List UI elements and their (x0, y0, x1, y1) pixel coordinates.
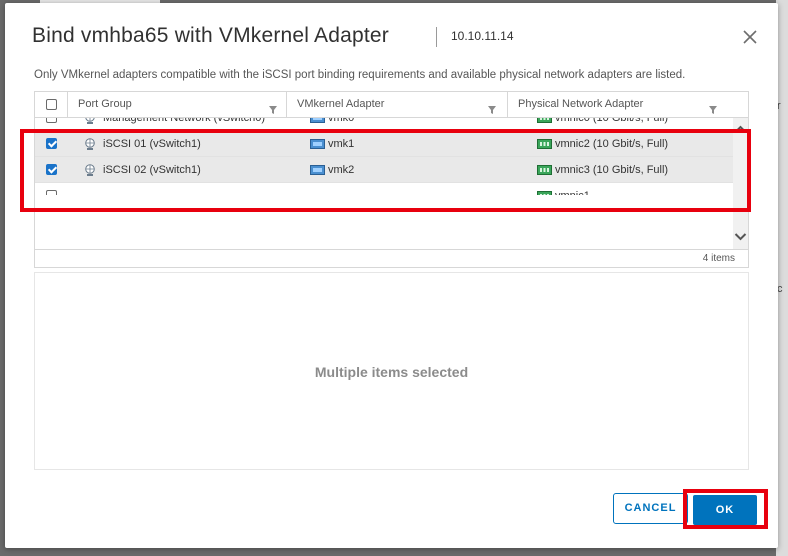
row-checkbox[interactable] (46, 138, 57, 149)
port-group-cell: Management Network (vSwitch0) (103, 118, 266, 124)
port-group-cell: iSCSI 01 (vSwitch1) (103, 138, 201, 150)
close-icon[interactable] (741, 28, 759, 46)
host-name: 10.10.11.14 (451, 29, 514, 43)
filter-icon[interactable] (268, 100, 278, 114)
item-count: 4 items (702, 253, 735, 264)
port-group-icon (83, 164, 98, 176)
port-group-icon (83, 118, 98, 124)
table-empty-area (35, 195, 733, 249)
port-group-cell: iSCSI 02 (vSwitch1) (103, 164, 201, 176)
vmkernel-adapter-icon (310, 138, 325, 150)
bind-vmkernel-dialog: Bind vmhba65 with VMkernel Adapter 10.10… (5, 3, 778, 548)
vmkernel-cell: vmk0 (328, 118, 355, 124)
physical-nic-icon (537, 118, 552, 124)
physical-adapter-cell: vmnic0 (10 Gbit/s, Full) (555, 118, 669, 124)
table-row[interactable]: iSCSI 02 (vSwitch1) vmk2 vmnic3 (10 Gbit… (35, 157, 733, 183)
table-scrollbar[interactable] (733, 118, 748, 249)
row-checkbox[interactable] (46, 118, 57, 123)
table-row[interactable]: iSCSI 01 (vSwitch1) vmk1 vmnic2 (10 Gbit… (35, 131, 733, 157)
vmkernel-adapter-icon (310, 118, 325, 124)
column-header-label: Physical Network Adapter (518, 98, 644, 110)
select-all-checkbox[interactable] (46, 99, 57, 110)
cancel-button[interactable]: CANCEL (613, 493, 688, 524)
table-body: Management Network (vSwitch0) vmk0 vmnic… (35, 118, 733, 249)
port-group-icon (83, 138, 98, 150)
table-row[interactable]: Management Network (vSwitch0) vmk0 vmnic… (35, 118, 733, 131)
physical-adapter-cell: vmnic2 (10 Gbit/s, Full) (555, 138, 669, 150)
column-divider (507, 92, 508, 117)
physical-adapter-cell: vmnic3 (10 Gbit/s, Full) (555, 164, 669, 176)
column-header-vmkernel-adapter[interactable]: VMkernel Adapter (289, 92, 504, 117)
chevron-down-icon[interactable] (733, 230, 748, 244)
vmkernel-cell: vmk1 (328, 138, 355, 150)
detail-panel: Multiple items selected (34, 272, 749, 470)
column-header-label: VMkernel Adapter (297, 98, 385, 110)
table-header: Port Group VMkernel Adapter Physical Net… (35, 92, 748, 118)
vmkernel-adapter-icon (310, 164, 325, 176)
column-header-label: Port Group (78, 98, 132, 110)
column-header-port-group[interactable]: Port Group (70, 92, 285, 117)
dialog-title: Bind vmhba65 with VMkernel Adapter (32, 24, 389, 47)
row-checkbox[interactable] (46, 164, 57, 175)
ok-button[interactable]: OK (693, 495, 757, 525)
chevron-up-icon[interactable] (733, 122, 748, 136)
column-divider (286, 92, 287, 117)
info-text: Only VMkernel adapters compatible with t… (34, 69, 686, 81)
physical-nic-icon (537, 164, 552, 176)
vmkernel-cell: vmk2 (328, 164, 355, 176)
filter-icon[interactable] (708, 100, 718, 114)
detail-message: Multiple items selected (314, 364, 469, 380)
column-divider (67, 92, 68, 117)
adapter-table: Port Group VMkernel Adapter Physical Net… (34, 91, 749, 268)
column-header-physical-adapter[interactable]: Physical Network Adapter (510, 92, 725, 117)
physical-nic-icon (537, 138, 552, 150)
filter-icon[interactable] (487, 100, 497, 114)
title-divider (436, 27, 437, 47)
table-footer: 4 items (35, 249, 748, 267)
